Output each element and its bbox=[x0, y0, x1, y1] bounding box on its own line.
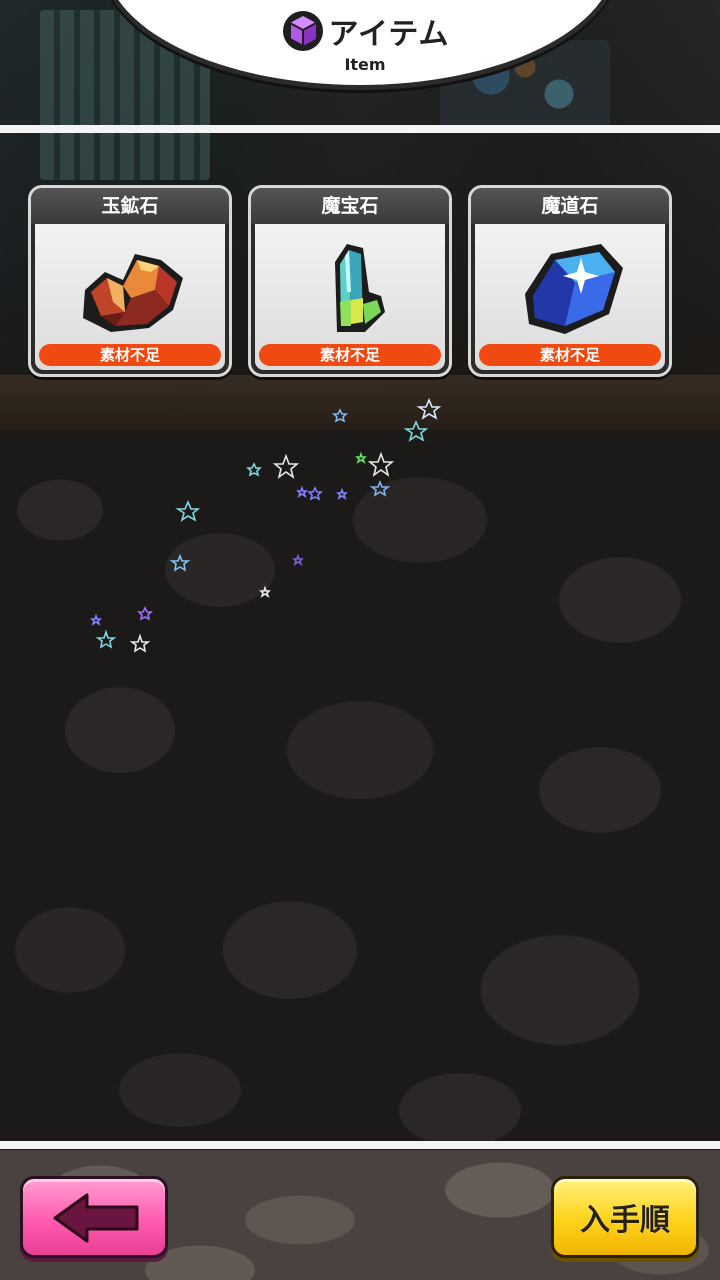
blue-magic-stone-icon bbox=[525, 244, 623, 334]
purple-cube-icon bbox=[282, 11, 323, 51]
shop-counter bbox=[0, 375, 720, 435]
status-badge: 素材不足 bbox=[479, 344, 661, 366]
item-card-gyokukouseki[interactable]: 玉鉱石 素材不足 bbox=[28, 185, 232, 377]
item-list: 玉鉱石 素材不足 魔宝石 素材不足 魔道石 素材不足 bbox=[28, 185, 692, 380]
item-card-madouseki[interactable]: 魔道石 素材不足 bbox=[468, 185, 672, 377]
item-image-area: 素材不足 bbox=[475, 224, 665, 370]
item-image-area: 素材不足 bbox=[35, 224, 225, 370]
stone-wall-background bbox=[0, 430, 720, 1150]
footer-divider bbox=[0, 1141, 720, 1149]
item-card-mahouseki[interactable]: 魔宝石 素材不足 bbox=[248, 185, 452, 377]
back-arrow-icon bbox=[53, 1193, 139, 1243]
header-divider bbox=[0, 125, 720, 133]
green-crystal-icon bbox=[335, 244, 385, 332]
item-image-area: 素材不足 bbox=[255, 224, 445, 370]
page-title: アイテム bbox=[328, 17, 450, 52]
status-badge: 素材不足 bbox=[39, 344, 221, 366]
item-name: 玉鉱石 bbox=[31, 188, 229, 224]
page-subtitle: Item bbox=[344, 55, 386, 74]
sort-order-label: 入手順 bbox=[580, 1203, 670, 1238]
item-name: 魔宝石 bbox=[251, 188, 449, 224]
item-name: 魔道石 bbox=[471, 188, 669, 224]
back-button[interactable] bbox=[20, 1176, 168, 1258]
status-badge: 素材不足 bbox=[259, 344, 441, 366]
sort-order-button[interactable]: 入手順 bbox=[551, 1176, 699, 1258]
orange-ore-icon bbox=[83, 254, 183, 332]
title-row: アイテム bbox=[105, 9, 625, 53]
